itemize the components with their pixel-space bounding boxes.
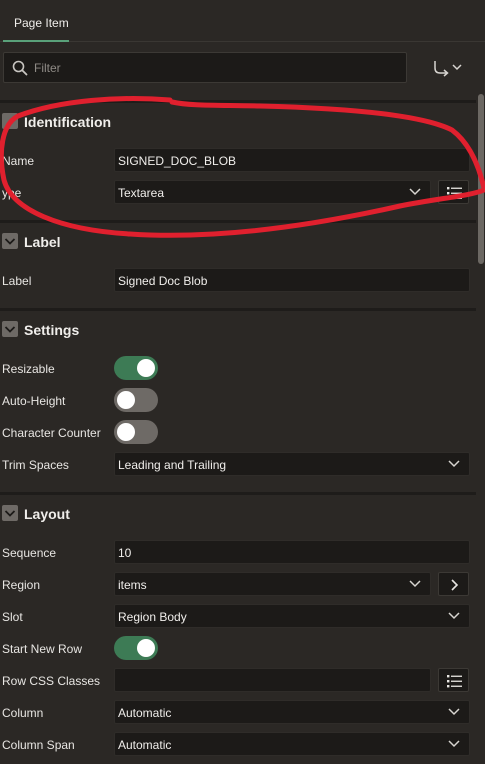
section-identification-header[interactable]: Identification: [0, 100, 476, 134]
resizable-toggle[interactable]: [114, 356, 158, 380]
name-value: SIGNED_DOC_BLOB: [118, 154, 237, 168]
section-title: Layout: [24, 506, 70, 522]
property-row-character-counter: Character Counter: [0, 420, 476, 444]
auto-height-toggle[interactable]: [114, 388, 158, 412]
chevron-down-icon: [448, 708, 460, 716]
chevron-down-icon: [409, 580, 421, 588]
sequence-value: 10: [118, 546, 132, 560]
slot-select[interactable]: Region Body: [114, 604, 470, 628]
start-new-row-toggle[interactable]: [114, 636, 158, 660]
go-to-region-button[interactable]: [438, 572, 469, 596]
region-select[interactable]: items: [114, 572, 431, 596]
chevron-down-icon: [409, 188, 421, 196]
property-row-resizable: Resizable: [0, 356, 476, 380]
property-label: Auto-Height: [2, 394, 66, 408]
go-to-arrow-icon: [434, 61, 462, 77]
toggle-knob: [117, 423, 135, 441]
go-to-group-button[interactable]: [428, 55, 468, 81]
chevron-down-icon: [448, 740, 460, 748]
property-row-row-css-classes: Row CSS Classes: [0, 668, 476, 692]
tab-page-item-label: Page Item: [14, 16, 69, 30]
property-label: Name: [2, 154, 35, 168]
toggle-knob: [137, 359, 155, 377]
filter-input[interactable]: [34, 54, 394, 81]
row-css-classes-field[interactable]: [114, 668, 431, 692]
collapse-chevron-icon: [2, 321, 18, 337]
property-row-column: Column Automatic: [0, 700, 476, 724]
column-value: Automatic: [118, 706, 172, 720]
collapse-chevron-icon: [2, 233, 18, 249]
property-row-region: Region items: [0, 572, 476, 596]
trim-spaces-value: Leading and Trailing: [118, 458, 227, 472]
region-value: items: [118, 578, 147, 592]
label-value: Signed Doc Blob: [118, 274, 208, 288]
filter-row: [0, 42, 485, 92]
chevron-down-icon: [448, 612, 460, 620]
name-field[interactable]: SIGNED_DOC_BLOB: [114, 148, 470, 172]
list-icon: [447, 675, 462, 688]
type-select[interactable]: Textarea: [114, 180, 431, 204]
vertical-scrollbar[interactable]: [477, 92, 485, 764]
property-row-sequence: Sequence 10: [0, 540, 476, 564]
type-value: Textarea: [118, 186, 165, 200]
property-label: Resizable: [2, 362, 55, 376]
property-label: Row CSS Classes: [2, 674, 101, 688]
sequence-field[interactable]: 10: [114, 540, 470, 564]
column-span-select[interactable]: Automatic: [114, 732, 470, 756]
column-span-value: Automatic: [118, 738, 172, 752]
slot-value: Region Body: [118, 610, 187, 624]
property-label: Column: [2, 706, 44, 720]
list-icon: [447, 187, 462, 200]
list-of-values-button[interactable]: [438, 180, 469, 204]
property-label: Slot: [2, 610, 23, 624]
property-row-column-span: Column Span Automatic: [0, 732, 476, 756]
section-label-header[interactable]: Label: [0, 220, 476, 254]
collapse-chevron-icon: [2, 505, 18, 521]
section-title: Settings: [24, 322, 80, 338]
property-list[interactable]: Identification Name SIGNED_DOC_BLOB ype …: [0, 92, 476, 764]
filter-box: [3, 52, 407, 83]
property-label: Label: [2, 274, 32, 288]
property-label: ype: [2, 186, 22, 200]
property-row-type: ype Textarea: [0, 180, 476, 204]
section-layout-header[interactable]: Layout: [0, 492, 476, 526]
property-row-slot: Slot Region Body: [0, 604, 476, 628]
scrollbar-thumb[interactable]: [478, 94, 484, 264]
collapse-chevron-icon: [2, 113, 18, 129]
property-label: Sequence: [2, 546, 57, 560]
section-title: Label: [24, 234, 61, 250]
chevron-right-icon: [451, 579, 459, 591]
property-row-auto-height: Auto-Height: [0, 388, 476, 412]
chevron-down-icon: [448, 460, 460, 468]
trim-spaces-select[interactable]: Leading and Trailing: [114, 452, 470, 476]
property-row-name: Name SIGNED_DOC_BLOB: [0, 148, 476, 172]
list-of-values-button[interactable]: [438, 668, 469, 692]
panel-tab-bar: Page Item: [0, 0, 485, 42]
tab-page-item[interactable]: Page Item: [3, 0, 69, 42]
property-row-start-new-row: Start New Row: [0, 636, 476, 660]
label-field[interactable]: Signed Doc Blob: [114, 268, 470, 292]
toggle-knob: [137, 639, 155, 657]
property-label: Region: [2, 578, 41, 592]
toggle-knob: [117, 391, 135, 409]
column-select[interactable]: Automatic: [114, 700, 470, 724]
property-label: Character Counter: [2, 426, 101, 440]
property-row-trim-spaces: Trim Spaces Leading and Trailing: [0, 452, 476, 476]
section-settings-header[interactable]: Settings: [0, 308, 476, 342]
property-row-label: Label Signed Doc Blob: [0, 268, 476, 292]
section-title: Identification: [24, 114, 112, 130]
property-label: Start New Row: [2, 642, 83, 656]
property-label: Trim Spaces: [2, 458, 69, 472]
property-label: Column Span: [2, 738, 75, 752]
search-icon: [12, 60, 28, 76]
character-counter-toggle[interactable]: [114, 420, 158, 444]
